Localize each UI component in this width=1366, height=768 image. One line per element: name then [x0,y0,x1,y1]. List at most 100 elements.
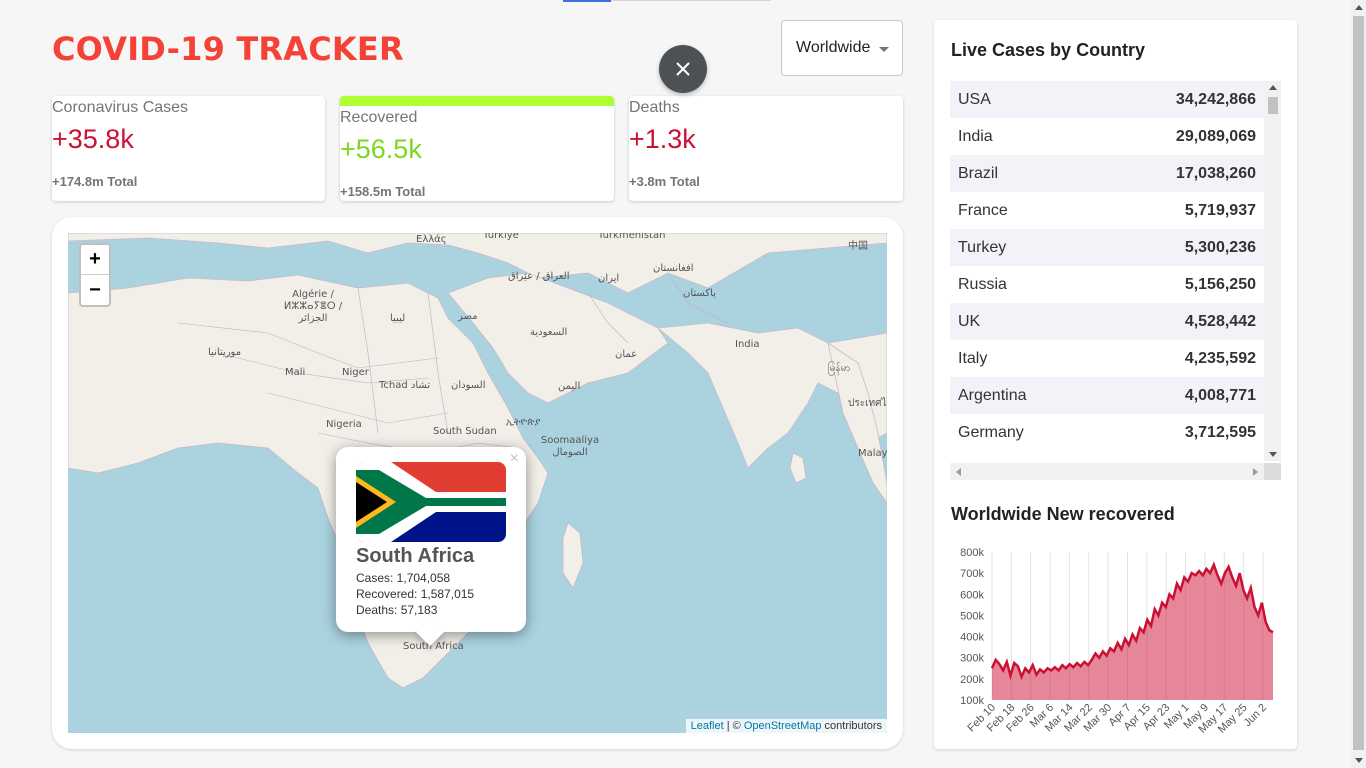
map-label: Algérie / ⵍⵣⵣⴰⵢⴻⵔ / الجزائر [283,289,343,324]
leaflet-link[interactable]: Leaflet [691,720,724,732]
table-row: Brazil 17,038,260 [950,155,1264,192]
table-horizontal-scrollbar[interactable] [950,463,1264,480]
map-label: ኢትዮጵያ [506,417,541,428]
y-tick-label: 400k [960,632,984,644]
app-title: COVID-19 TRACKER [52,30,404,68]
page-scrollbar[interactable] [1351,0,1366,768]
table-cell-cases: 5,300,236 [1184,238,1256,256]
deaths-card-value: +1.3k [629,124,696,154]
map-label: Niger [342,367,369,378]
zoom-out-button[interactable]: − [81,275,109,305]
map-label: عمان [615,349,638,360]
close-button[interactable] [659,45,707,93]
map-label: اليمن [558,381,581,392]
attribution-separator: | © [723,720,744,732]
map-label: Nigeria [326,419,362,430]
scroll-up-icon [1269,85,1277,90]
table-cell-country: UK [958,312,981,330]
map-label: Ελλάς [416,234,447,245]
map-label: South Sudan [433,426,497,437]
chart-title: Worldwide New recovered [951,504,1175,524]
scroll-right-icon [1253,468,1258,476]
table-cell-country: Italy [958,349,988,367]
table-row: France 5,719,937 [950,192,1264,229]
map-label: Türkiye [483,233,519,241]
x-tick-label: Jun 2 [1242,702,1270,730]
recovered-card-value: +56.5k [340,134,422,164]
recovered-card[interactable]: Recovered +56.5k +158.5m Total [340,96,614,201]
table-cell-country: France [958,201,1008,219]
table-row: UK 4,528,442 [950,303,1264,340]
map-label: Malay [858,448,887,459]
table-cell-cases: 5,719,937 [1184,201,1256,219]
page-scroll-thumb[interactable] [1353,16,1364,750]
popup-cases: Cases: 1,704,058 [356,571,451,585]
popup-country-name: South Africa [356,545,475,567]
country-table[interactable]: USA 34,242,866 India 29,089,069 Brazil 17,038… [950,81,1281,481]
map-label: Soomaaliya الصومال [540,435,600,458]
map-label: السودان [451,380,486,391]
table-row: India 29,089,069 [950,118,1264,155]
map-label: Mali [285,367,306,378]
table-cell-cases: 4,235,592 [1184,349,1256,367]
y-tick-label: 800k [960,547,984,559]
table-cell-country: Turkey [958,238,1007,256]
sidebar-card: Live Cases by Country USA 34,242,866 India… [934,20,1297,749]
scroll-thumb[interactable] [1268,97,1278,114]
map-label: ليبيا [390,313,406,324]
cases-card-total: +174.8m Total [52,174,138,189]
table-cell-cases: 4,008,771 [1184,386,1256,404]
map-label: ایران [598,273,620,284]
scroll-up-icon [1355,5,1363,10]
zoom-control: + − [79,243,111,307]
table-cell-cases: 17,038,260 [1175,164,1256,182]
map-label: Turkmenistan [598,233,666,241]
country-popup: × South Africa Cases: 1,704,058 Recovere… [336,447,526,632]
country-select[interactable]: Worldwide [781,20,903,76]
y-tick-label: 500k [960,610,984,622]
map-label: پاکستان [683,288,716,299]
map-label: العراق / عێراق [508,271,570,282]
chevron-down-icon [879,47,889,52]
y-tick-label: 700k [960,568,984,580]
table-cell-cases: 3,712,595 [1184,423,1256,441]
popup-close-button[interactable]: × [510,450,519,468]
top-divider [611,0,771,1]
table-cell-cases: 5,156,250 [1184,275,1256,293]
map-label: السعودية [530,327,568,338]
south-africa-flag-image [356,462,506,542]
osm-link[interactable]: OpenStreetMap [744,720,822,732]
table-row: USA 34,242,866 [950,81,1264,118]
y-tick-label: 300k [960,653,984,665]
cases-card-title: Coronavirus Cases [52,99,189,116]
map-label: افغانستان [653,263,694,274]
map-label: مصر [458,311,478,322]
map-label: မြန်မာ [828,363,851,374]
scroll-left-icon [956,468,961,476]
recovered-card-total: +158.5m Total [340,184,426,199]
map-label: India [735,339,760,350]
country-select-value: Worldwide [796,39,871,56]
cases-card[interactable]: Coronavirus Cases +35.8k +174.8m Total [52,96,325,201]
table-cell-country: India [958,127,993,145]
scroll-down-icon [1269,452,1277,457]
table-row: Germany 3,712,595 [950,414,1264,451]
table-row: Italy 4,235,592 [950,340,1264,377]
table-vertical-scrollbar[interactable] [1264,81,1281,461]
deaths-card-total: +3.8m Total [629,174,700,189]
table-cell-country: Russia [958,275,1007,293]
deaths-card[interactable]: Deaths +1.3k +3.8m Total [629,96,903,201]
map-label: Tchad تشاد [379,380,431,391]
table-cell-cases: 34,242,866 [1175,90,1256,108]
table-cell-cases: 29,089,069 [1175,127,1256,145]
recovered-line-chart: 100k200k300k400k500k600k700k800kFeb 10Fe… [960,547,1274,736]
table-row: Russia 5,156,250 [950,266,1264,303]
world-map[interactable]: Ελλάς Türkiye Turkmenistan 中国 Algérie / … [68,233,887,733]
table-row: Argentina 4,008,771 [950,377,1264,414]
zoom-in-button[interactable]: + [81,245,109,275]
map-attribution: Leaflet | © OpenStreetMap contributors [685,719,887,733]
attribution-contributors: contributors [821,720,882,732]
map-card: Ελλάς Türkiye Turkmenistan 中国 Algérie / … [52,217,903,749]
map-label: 中国 [848,241,868,252]
close-icon [676,62,690,76]
